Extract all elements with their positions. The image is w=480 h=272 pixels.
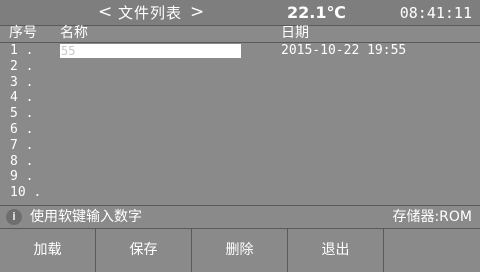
row-number: 7 . xyxy=(10,137,34,153)
row-number: 6 . xyxy=(10,121,34,137)
row-number: 9 . xyxy=(10,169,34,185)
top-bar: < 文件列表 > 22.1℃ 08:41:11 xyxy=(0,0,480,26)
exit-button[interactable]: 退出 xyxy=(288,229,384,272)
empty-softkey[interactable] xyxy=(384,229,480,272)
storage-indicator: 存储器:ROM xyxy=(392,209,472,225)
file-list: 1 . 55 2015-10-22 19:55 2 . 3 . 4 . 5 . … xyxy=(0,43,480,201)
row-number: 10 . xyxy=(10,185,42,201)
file-row-4[interactable]: 4 . xyxy=(0,90,480,106)
clock: 08:41:11 xyxy=(399,4,472,22)
file-row-6[interactable]: 6 . xyxy=(0,122,480,138)
info-icon: i xyxy=(6,209,22,225)
row-number: 5 . xyxy=(10,106,34,122)
file-row-3[interactable]: 3 . xyxy=(0,75,480,91)
file-row-2[interactable]: 2 . xyxy=(0,59,480,75)
file-row-5[interactable]: 5 . xyxy=(0,106,480,122)
save-button[interactable]: 保存 xyxy=(96,229,192,272)
prev-page-button[interactable]: < xyxy=(98,2,112,22)
next-page-button[interactable]: > xyxy=(190,2,204,22)
file-name-selected[interactable]: 55 xyxy=(60,44,241,58)
delete-button[interactable]: 删除 xyxy=(192,229,288,272)
softkey-bar: 加载 保存 删除 退出 xyxy=(0,229,480,272)
page-title: 文件列表 xyxy=(118,4,183,22)
file-row-9[interactable]: 9 . xyxy=(0,169,480,185)
file-row-7[interactable]: 7 . xyxy=(0,138,480,154)
row-number: 2 . xyxy=(10,58,34,74)
row-number: 4 . xyxy=(10,90,34,106)
file-row-1[interactable]: 1 . 55 2015-10-22 19:55 xyxy=(0,43,480,59)
load-button[interactable]: 加载 xyxy=(0,229,96,272)
row-number: 3 . xyxy=(10,74,34,90)
column-header-name: 名称 xyxy=(60,25,88,41)
file-row-10[interactable]: 10 . xyxy=(0,185,480,201)
column-header-number: 序号 xyxy=(9,25,37,41)
row-number: 8 . xyxy=(10,153,34,169)
column-header-date: 日期 xyxy=(281,25,309,41)
temperature-readout: 22.1℃ xyxy=(287,3,346,22)
status-bar: i 使用软键输入数字 存储器:ROM xyxy=(0,205,480,229)
row-number: 1 . xyxy=(10,43,34,58)
file-date: 2015-10-22 19:55 xyxy=(281,43,407,58)
hint-text: 使用软键输入数字 xyxy=(30,209,142,225)
file-row-8[interactable]: 8 . xyxy=(0,154,480,170)
